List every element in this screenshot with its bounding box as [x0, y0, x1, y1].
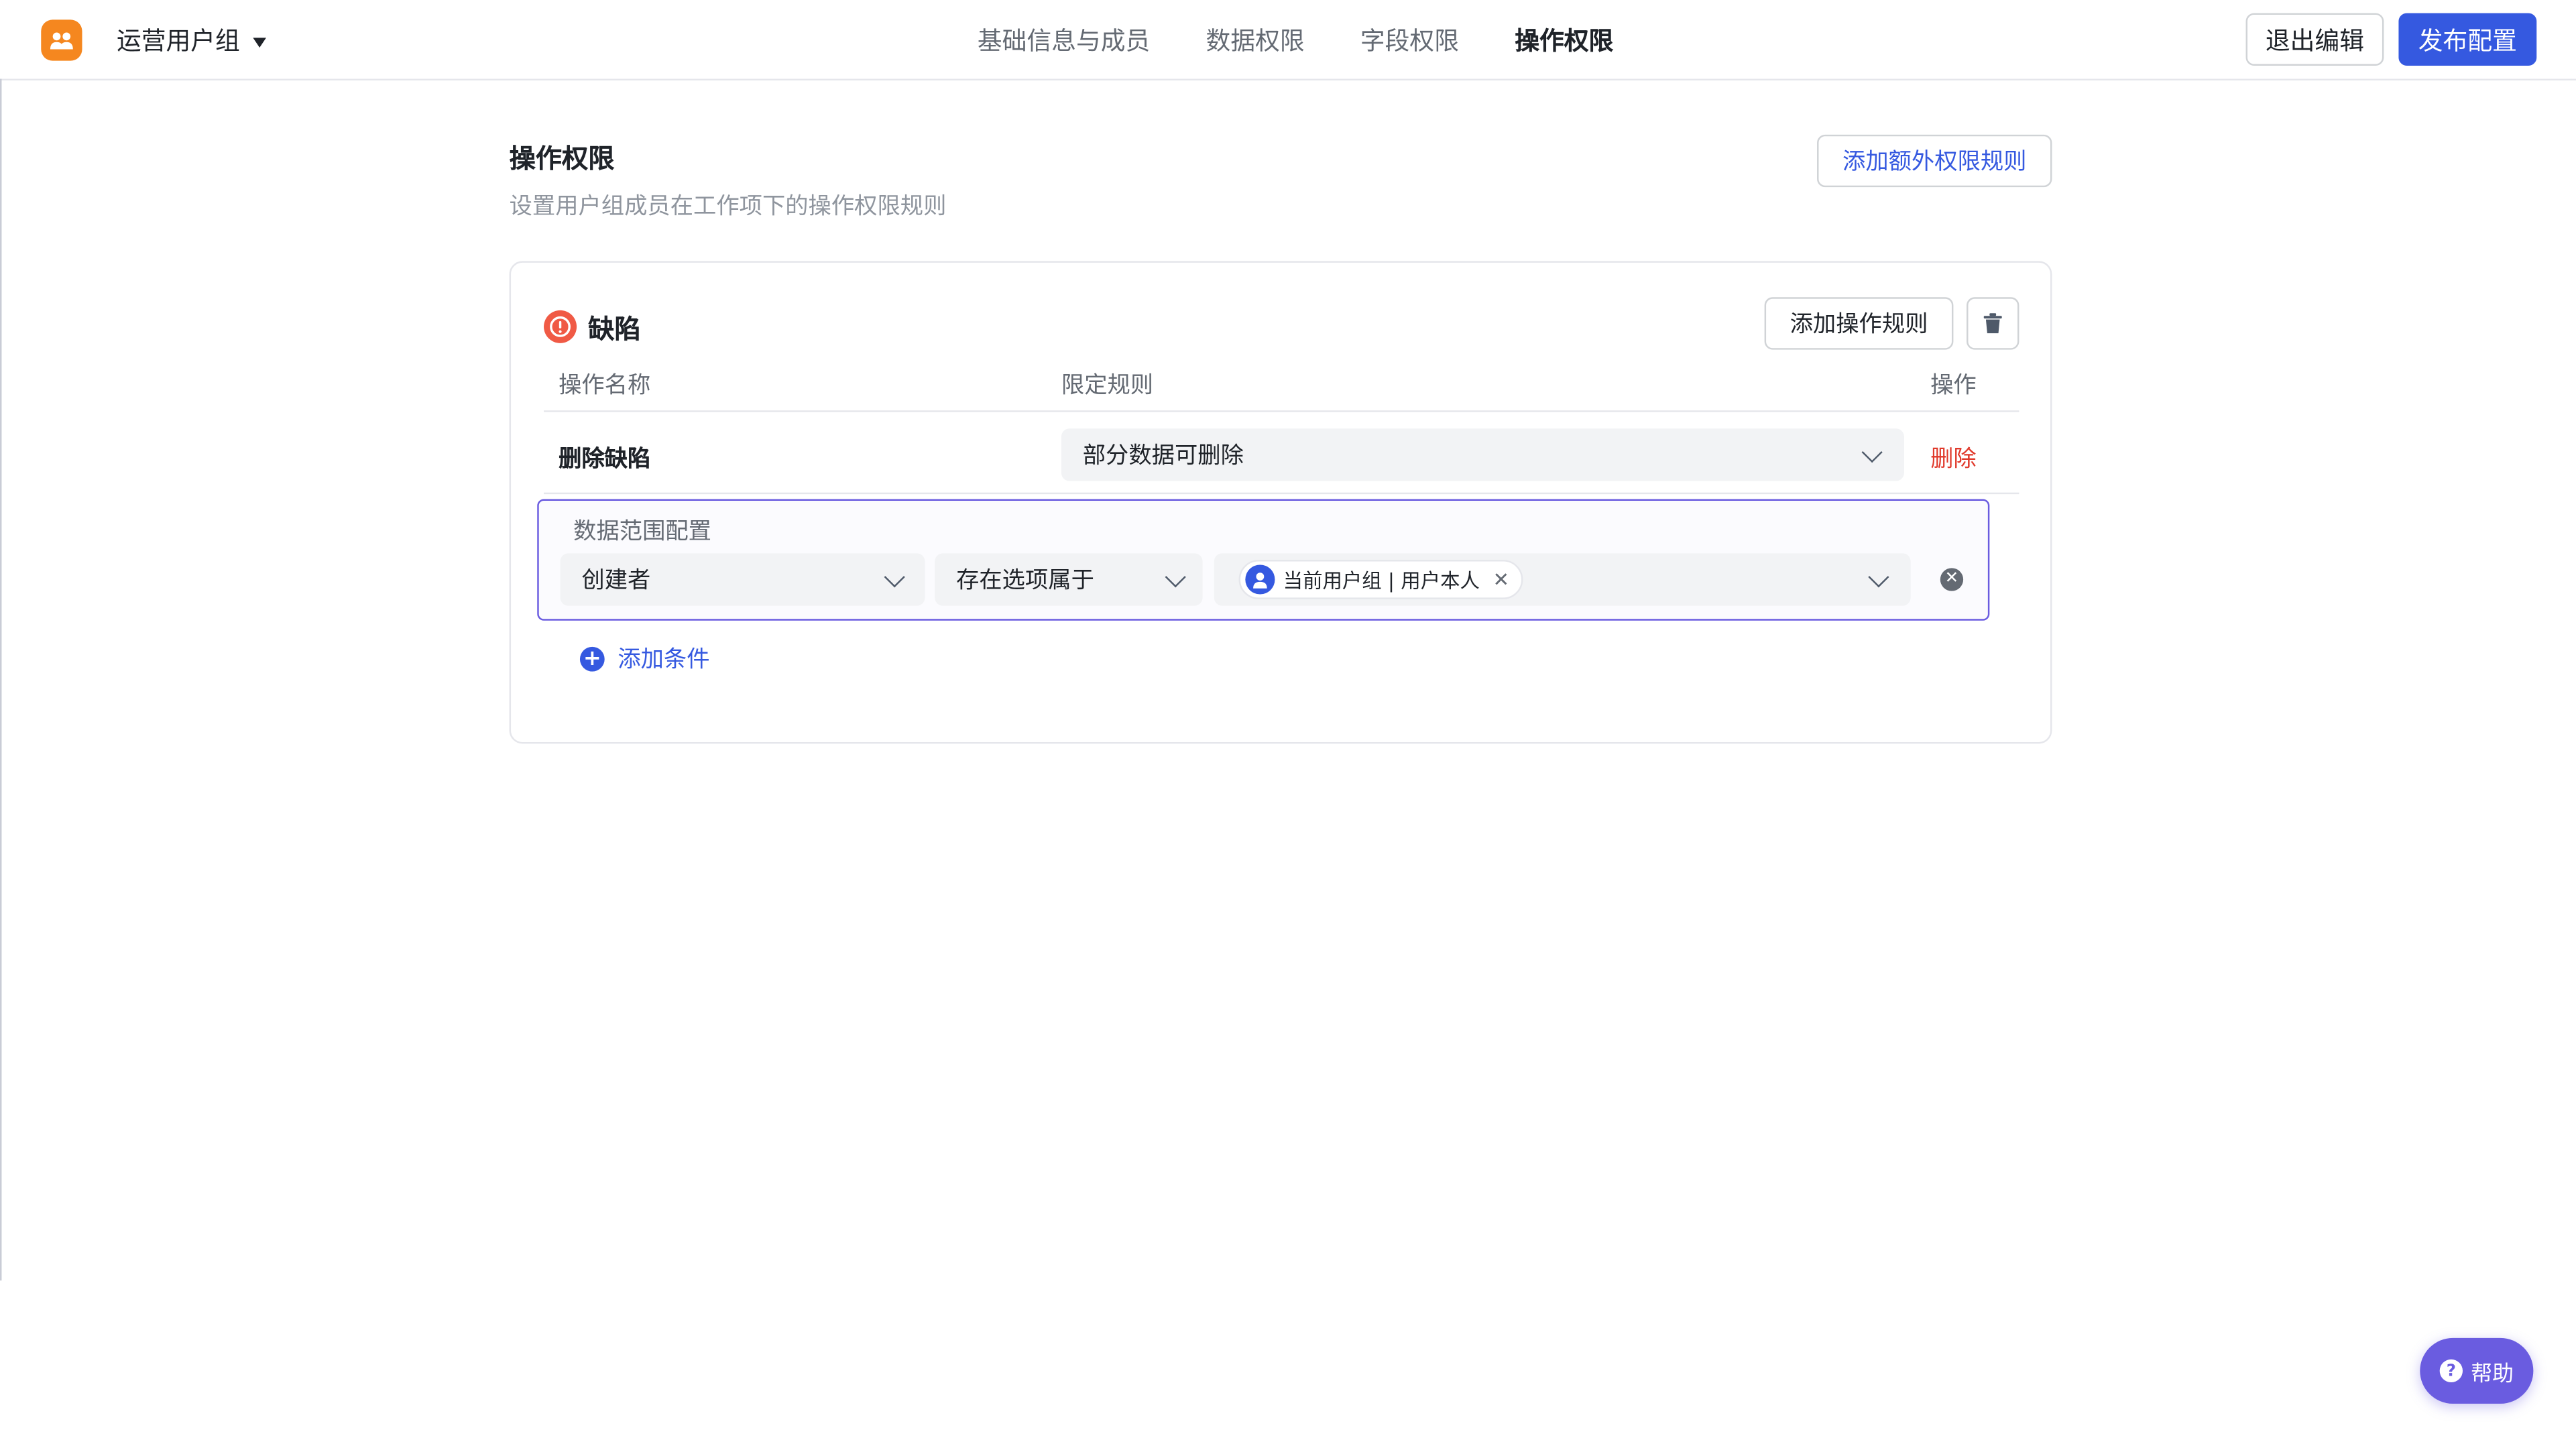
question-icon: ? [2439, 1359, 2463, 1383]
publish-config-button[interactable]: 发布配置 [2398, 13, 2537, 66]
tab-data-permission[interactable]: 数据权限 [1206, 23, 1305, 57]
chip-remove-icon[interactable]: ✕ [1493, 568, 1510, 591]
caret-down-icon [253, 37, 266, 47]
chevron-down-icon [884, 566, 905, 588]
field-select[interactable]: 创建者 [560, 553, 925, 606]
value-chip: 当前用户组 | 用户本人 ✕ [1238, 560, 1523, 599]
add-condition-button[interactable]: + 添加条件 [579, 642, 710, 675]
operator-select[interactable]: 存在选项属于 [935, 553, 1203, 606]
operator-select-value: 存在选项属于 [956, 568, 1094, 595]
exit-edit-button[interactable]: 退出编辑 [2245, 13, 2384, 66]
table-row-divider [544, 492, 2019, 495]
add-extra-rule-button[interactable]: 添加额外权限规则 [1817, 134, 2052, 188]
tab-bar: 基础信息与成员 数据权限 字段权限 操作权限 [978, 23, 1670, 57]
table-header-divider [544, 410, 2019, 412]
tab-field-permission[interactable]: 字段权限 [1360, 23, 1459, 57]
plus-circle-icon: + [579, 646, 605, 671]
delete-operation-link[interactable]: 删除 [1930, 442, 1977, 475]
help-label: 帮助 [2471, 1362, 2514, 1387]
user-avatar-icon [1245, 564, 1275, 595]
delete-card-button[interactable] [1967, 297, 2019, 350]
page-title: 操作权限 [509, 143, 615, 174]
chevron-down-icon [1868, 566, 1889, 588]
chevron-down-icon [1861, 442, 1883, 463]
card-title: 缺陷 [544, 307, 641, 347]
column-header-name: 操作名称 [559, 372, 651, 400]
rule-select[interactable]: 部分数据可删除 [1061, 428, 1904, 481]
operation-name: 删除缺陷 [559, 446, 651, 473]
rule-select-value: 部分数据可删除 [1082, 443, 1244, 470]
field-select-value: 创建者 [581, 568, 651, 595]
column-header-rule: 限定规则 [1061, 372, 1154, 400]
tab-operation-permission[interactable]: 操作权限 [1515, 23, 1613, 57]
data-range-title: 数据范围配置 [573, 518, 711, 546]
value-chip-label: 当前用户组 | 用户本人 [1283, 568, 1480, 592]
column-header-action: 操作 [1930, 372, 1977, 400]
bug-icon [544, 310, 577, 343]
page: 运营用户组 基础信息与成员 数据权限 字段权限 操作权限 退出编辑 发布配置 操… [0, 0, 2576, 1448]
add-operation-rule-button[interactable]: 添加操作规则 [1764, 297, 1954, 350]
group-name-label: 运营用户组 [116, 26, 240, 56]
card-title-label: 缺陷 [588, 313, 641, 345]
trash-icon [1983, 313, 2002, 334]
remove-condition-icon[interactable]: ✕ [1940, 568, 1964, 591]
top-bar: 运营用户组 基础信息与成员 数据权限 字段权限 操作权限 退出编辑 发布配置 [0, 0, 2576, 81]
help-button[interactable]: ? 帮助 [2420, 1337, 2534, 1404]
data-range-config: 数据范围配置 创建者 存在选项属于 当前用户组 | 用户本人 ✕ ✕ [537, 499, 1990, 621]
group-switcher[interactable]: 运营用户组 [117, 23, 266, 57]
left-edge-divider [0, 78, 2, 1281]
permission-card-bug: 缺陷 添加操作规则 操作名称 限定规则 操作 删除缺陷 部分数据可删除 删除 数… [509, 261, 2052, 744]
value-multi-select[interactable]: 当前用户组 | 用户本人 ✕ [1214, 553, 1911, 606]
page-description: 设置用户组成员在工作项下的操作权限规则 [509, 193, 947, 221]
add-condition-label: 添加条件 [618, 646, 710, 674]
tab-basic-info[interactable]: 基础信息与成员 [978, 23, 1150, 57]
user-group-logo-icon[interactable] [41, 19, 82, 61]
chevron-down-icon [1165, 566, 1186, 588]
